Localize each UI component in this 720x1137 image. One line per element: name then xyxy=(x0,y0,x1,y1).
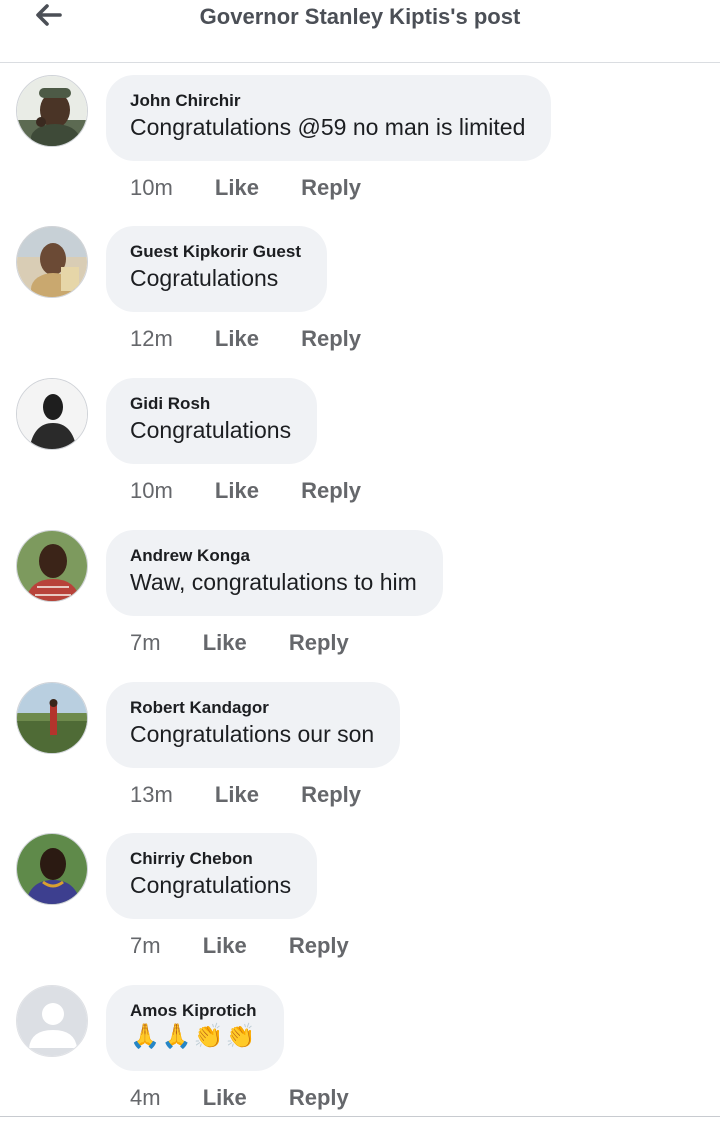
comment-author[interactable]: John Chirchir xyxy=(130,90,525,112)
comment-actions: 10m Like Reply xyxy=(130,175,361,201)
comment-author[interactable]: Andrew Konga xyxy=(130,545,417,567)
top-bar: Governor Stanley Kiptis's post xyxy=(0,0,720,63)
comment-timestamp: 4m xyxy=(130,1085,161,1110)
comment-author[interactable]: Guest Kipkorir Guest xyxy=(130,241,301,263)
comment-text: Congratulations xyxy=(130,872,292,898)
comment-item: Amos Kiprotich 🙏🙏👏👏 4m Like Reply xyxy=(0,985,720,1137)
comment-item: Andrew Konga Waw, congratulations to him… xyxy=(0,530,720,682)
comment-timestamp: 7m xyxy=(130,933,161,958)
reply-button[interactable]: Reply xyxy=(301,478,361,504)
comment-bubble: Guest Kipkorir Guest Cogratulations xyxy=(106,226,327,312)
comment-actions: 7m Like Reply xyxy=(130,933,349,959)
reply-button[interactable]: Reply xyxy=(301,326,361,352)
comment-author[interactable]: Gidi Rosh xyxy=(130,393,291,415)
avatar[interactable] xyxy=(16,226,88,298)
comment-text: Congratulations @59 no man is limited xyxy=(130,114,526,140)
reply-button[interactable]: Reply xyxy=(301,782,361,808)
comment-text: Waw, congratulations to him xyxy=(130,569,417,595)
comment-actions: 12m Like Reply xyxy=(130,326,361,352)
comment-bubble: Amos Kiprotich 🙏🙏👏👏 xyxy=(106,985,284,1071)
comment-actions: 7m Like Reply xyxy=(130,630,349,656)
like-button[interactable]: Like xyxy=(215,175,259,201)
comment-bubble: John Chirchir Congratulations @59 no man… xyxy=(106,75,552,161)
comment-actions: 10m Like Reply xyxy=(130,478,361,504)
comment-text: Congratulations xyxy=(130,417,292,443)
comment-timestamp: 13m xyxy=(130,782,173,807)
comment-author[interactable]: Amos Kiprotich xyxy=(130,1000,258,1022)
comment-timestamp: 10m xyxy=(130,478,173,503)
comment-bubble: Gidi Rosh Congratulations xyxy=(106,378,318,464)
comment-item: John Chirchir Congratulations @59 no man… xyxy=(0,75,720,227)
page-title: Governor Stanley Kiptis's post xyxy=(199,4,521,29)
comment-bubble: Chirriy Chebon Congratulations xyxy=(106,833,318,919)
like-button[interactable]: Like xyxy=(203,630,247,656)
reply-button[interactable]: Reply xyxy=(289,630,349,656)
comment-item: Robert Kandagor Congratulations our son … xyxy=(0,682,720,834)
avatar[interactable] xyxy=(16,530,88,602)
avatar[interactable] xyxy=(16,833,88,905)
comment-timestamp: 7m xyxy=(130,630,161,655)
reply-button[interactable]: Reply xyxy=(289,1085,349,1111)
comment-bubble: Robert Kandagor Congratulations our son xyxy=(106,682,401,768)
avatar[interactable] xyxy=(16,378,88,450)
comment-emoji-text: 🙏🙏👏👏 xyxy=(130,1023,258,1050)
comment-author[interactable]: Robert Kandagor xyxy=(130,697,374,719)
default-avatar-icon xyxy=(17,986,87,1056)
comment-author[interactable]: Chirriy Chebon xyxy=(130,848,291,870)
comment-timestamp: 10m xyxy=(130,175,173,200)
comment-item: Gidi Rosh Congratulations 10m Like Reply xyxy=(0,378,720,530)
comment-actions: 4m Like Reply xyxy=(130,1085,349,1111)
avatar[interactable] xyxy=(16,75,88,147)
like-button[interactable]: Like xyxy=(215,478,259,504)
like-button[interactable]: Like xyxy=(203,1085,247,1111)
like-button[interactable]: Like xyxy=(215,326,259,352)
comment-timestamp: 12m xyxy=(130,326,173,351)
like-button[interactable]: Like xyxy=(215,782,259,808)
like-button[interactable]: Like xyxy=(203,933,247,959)
reply-button[interactable]: Reply xyxy=(301,175,361,201)
comment-item: Chirriy Chebon Congratulations 7m Like R… xyxy=(0,833,720,985)
avatar[interactable] xyxy=(16,985,88,1057)
comment-text: Cogratulations xyxy=(130,265,279,291)
comment-text: Congratulations our son xyxy=(130,721,375,747)
divider xyxy=(0,1116,720,1117)
comment-bubble: Andrew Konga Waw, congratulations to him xyxy=(106,530,443,616)
reply-button[interactable]: Reply xyxy=(289,933,349,959)
avatar[interactable] xyxy=(16,682,88,754)
comment-item: Guest Kipkorir Guest Cogratulations 12m … xyxy=(0,226,720,378)
comment-actions: 13m Like Reply xyxy=(130,782,361,808)
